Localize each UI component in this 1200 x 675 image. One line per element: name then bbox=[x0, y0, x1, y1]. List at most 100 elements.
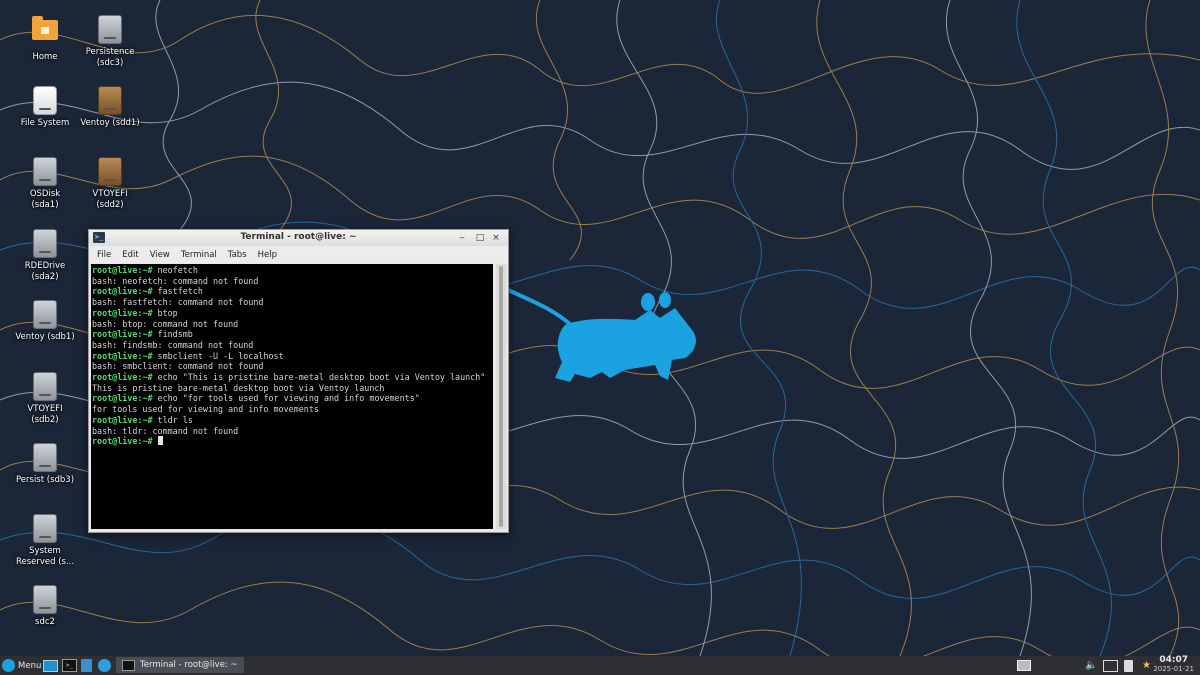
terminal-line: for tools used for viewing and info move… bbox=[92, 404, 493, 415]
terminal-launcher[interactable]: >_ bbox=[62, 656, 77, 675]
file-manager-icon bbox=[81, 659, 92, 672]
desktop-icon-home[interactable]: Home bbox=[13, 15, 77, 63]
desktop-icon-label: VTOYEFI (sdd2) bbox=[92, 189, 128, 210]
terminal-line: root@live:~# fastfetch bbox=[92, 286, 493, 297]
prompt: root@live:~# bbox=[92, 329, 153, 340]
clock-time: 04:07 bbox=[1159, 655, 1188, 665]
terminal-output[interactable]: root@live:~# neofetch bash: neofetch: com… bbox=[91, 264, 493, 529]
command-output: This is pristine bare-metal desktop boot… bbox=[92, 382, 385, 393]
drive-icon bbox=[98, 15, 122, 44]
command-text: btop bbox=[152, 307, 178, 318]
command-text: echo "for tools used for viewing and inf… bbox=[152, 393, 420, 404]
window-title: Terminal - root@live: ~ bbox=[240, 232, 357, 242]
taskbar-task-terminal[interactable]: Terminal - root@live: ~ bbox=[116, 657, 244, 673]
terminal-line: bash: fastfetch: command not found bbox=[92, 297, 493, 308]
prompt: root@live:~# bbox=[92, 307, 153, 318]
terminal-line: root@live:~# echo "for tools used for vi… bbox=[92, 393, 493, 404]
workspace-icon bbox=[1017, 660, 1031, 671]
file-manager-launcher[interactable] bbox=[81, 656, 92, 675]
prompt: root@live:~# bbox=[92, 393, 153, 404]
clock[interactable]: 04:07 2025-01-21 bbox=[1153, 656, 1194, 674]
prompt: root@live:~# bbox=[92, 286, 153, 297]
notifications-button[interactable]: ★ bbox=[1142, 656, 1151, 675]
command-text: tldr ls bbox=[152, 414, 193, 425]
show-desktop-button[interactable] bbox=[43, 656, 58, 675]
terminal-menubar: File Edit View Terminal Tabs Help bbox=[89, 246, 508, 263]
menu-view[interactable]: View bbox=[144, 250, 175, 260]
desktop-icon-vtoyefi-sdb2[interactable]: VTOYEFI (sdb2) bbox=[13, 372, 77, 426]
task-label: Terminal - root@live: ~ bbox=[140, 660, 238, 670]
desktop-icon-sdc2[interactable]: sdc2 bbox=[13, 585, 77, 628]
terminal-line: bash: neofetch: command not found bbox=[92, 276, 493, 287]
prompt: root@live:~# bbox=[92, 436, 153, 447]
menu-terminal[interactable]: Terminal bbox=[175, 250, 222, 260]
command-output: bash: fastfetch: command not found bbox=[92, 297, 264, 308]
scrollbar-thumb[interactable] bbox=[499, 266, 503, 527]
desktop-icon-label: Home bbox=[32, 52, 58, 62]
command-output: bash: smbclient: command not found bbox=[92, 361, 264, 372]
desktop-icon-label: OSDisk (sda1) bbox=[29, 189, 61, 210]
clipboard-icon bbox=[1124, 659, 1133, 672]
taskbar: Menu >_ Terminal - root@live: ~ 🔈 ★ 04:0… bbox=[0, 656, 1200, 675]
terminal-line: bash: findsmb: command not found bbox=[92, 340, 493, 351]
drive-icon bbox=[98, 157, 122, 186]
clipboard-button[interactable] bbox=[1124, 656, 1133, 675]
terminal-icon: >_ bbox=[62, 659, 77, 672]
command-text: findsmb bbox=[152, 329, 193, 340]
terminal-line: bash: smbclient: command not found bbox=[92, 361, 493, 372]
drive-icon bbox=[33, 585, 57, 614]
text-cursor bbox=[157, 436, 163, 446]
desktop-icon-label: sdc2 bbox=[35, 617, 55, 627]
maximize-button[interactable]: □ bbox=[474, 232, 486, 244]
desktop-icon-ventoy-sdd1[interactable]: Ventoy (sdd1) bbox=[78, 86, 142, 129]
workspace-switcher[interactable] bbox=[1017, 656, 1031, 675]
terminal-line: root@live:~# smbclient -U -L localhost bbox=[92, 351, 493, 362]
volume-button[interactable]: 🔈 bbox=[1085, 656, 1097, 675]
desktop-icon-label: System Reserved (s... bbox=[15, 546, 75, 567]
prompt: root@live:~# bbox=[92, 372, 153, 383]
command-output: bash: btop: command not found bbox=[92, 318, 239, 329]
desktop-icon-persistence[interactable]: Persistence (sdc3) bbox=[78, 15, 142, 69]
globe-icon bbox=[98, 659, 111, 672]
menu-file[interactable]: File bbox=[91, 250, 116, 260]
terminal-scrollbar[interactable] bbox=[496, 264, 506, 529]
menu-label: Menu bbox=[18, 660, 42, 671]
terminal-window[interactable]: >_ Terminal - root@live: ~ ‒ □ × File Ed… bbox=[88, 229, 509, 533]
terminal-line: root@live:~# btop bbox=[92, 308, 493, 319]
window-titlebar[interactable]: >_ Terminal - root@live: ~ ‒ □ × bbox=[89, 230, 508, 246]
desktop-icon-persist-sdb3[interactable]: Persist (sdb3) bbox=[13, 443, 77, 486]
menu-tabs[interactable]: Tabs bbox=[222, 250, 252, 260]
network-button[interactable] bbox=[1103, 656, 1118, 675]
command-output: bash: neofetch: command not found bbox=[92, 275, 259, 286]
desktop-icon-label: File System bbox=[20, 118, 70, 128]
prompt: root@live:~# bbox=[92, 414, 153, 425]
menu-help[interactable]: Help bbox=[252, 250, 282, 260]
drive-icon bbox=[33, 86, 57, 115]
terminal-icon bbox=[122, 659, 135, 671]
desktop-icon-osdisk[interactable]: OSDisk (sda1) bbox=[13, 157, 77, 211]
desktop-icon-label: Persistence (sdc3) bbox=[85, 47, 135, 68]
whisker-menu-button[interactable]: Menu bbox=[2, 656, 41, 675]
drive-icon bbox=[33, 157, 57, 186]
desktop-icon-label: RDEDrive (sda2) bbox=[24, 261, 66, 282]
terminal-line: root@live:~# tldr ls bbox=[92, 415, 493, 426]
browser-launcher[interactable] bbox=[98, 656, 111, 675]
desktop-icon-system-reserved[interactable]: System Reserved (s... bbox=[13, 514, 77, 568]
menu-edit[interactable]: Edit bbox=[116, 250, 143, 260]
desktop-icon-file-system[interactable]: File System bbox=[13, 86, 77, 129]
drive-icon bbox=[33, 514, 57, 543]
desktop-icon-vtoyefi-sdd2[interactable]: VTOYEFI (sdd2) bbox=[78, 157, 142, 211]
command-output: for tools used for viewing and info move… bbox=[92, 404, 319, 415]
desktop-icon-ventoy-sdb1[interactable]: Ventoy (sdb1) bbox=[13, 300, 77, 343]
command-text: fastfetch bbox=[152, 286, 203, 297]
desktop-icon-label: VTOYEFI (sdb2) bbox=[27, 404, 63, 425]
desktop-icon-label: Ventoy (sdb1) bbox=[15, 332, 75, 342]
folder-icon bbox=[32, 16, 58, 40]
clock-date: 2025-01-21 bbox=[1153, 665, 1194, 673]
desktop-icon-rdedrive[interactable]: RDEDrive (sda2) bbox=[13, 229, 77, 283]
close-button[interactable]: × bbox=[490, 232, 502, 244]
desktop-icon-label: Ventoy (sdd1) bbox=[80, 118, 140, 128]
minimize-button[interactable]: ‒ bbox=[456, 232, 468, 244]
drive-icon bbox=[33, 443, 57, 472]
notification-icon: ★ bbox=[1142, 660, 1151, 671]
